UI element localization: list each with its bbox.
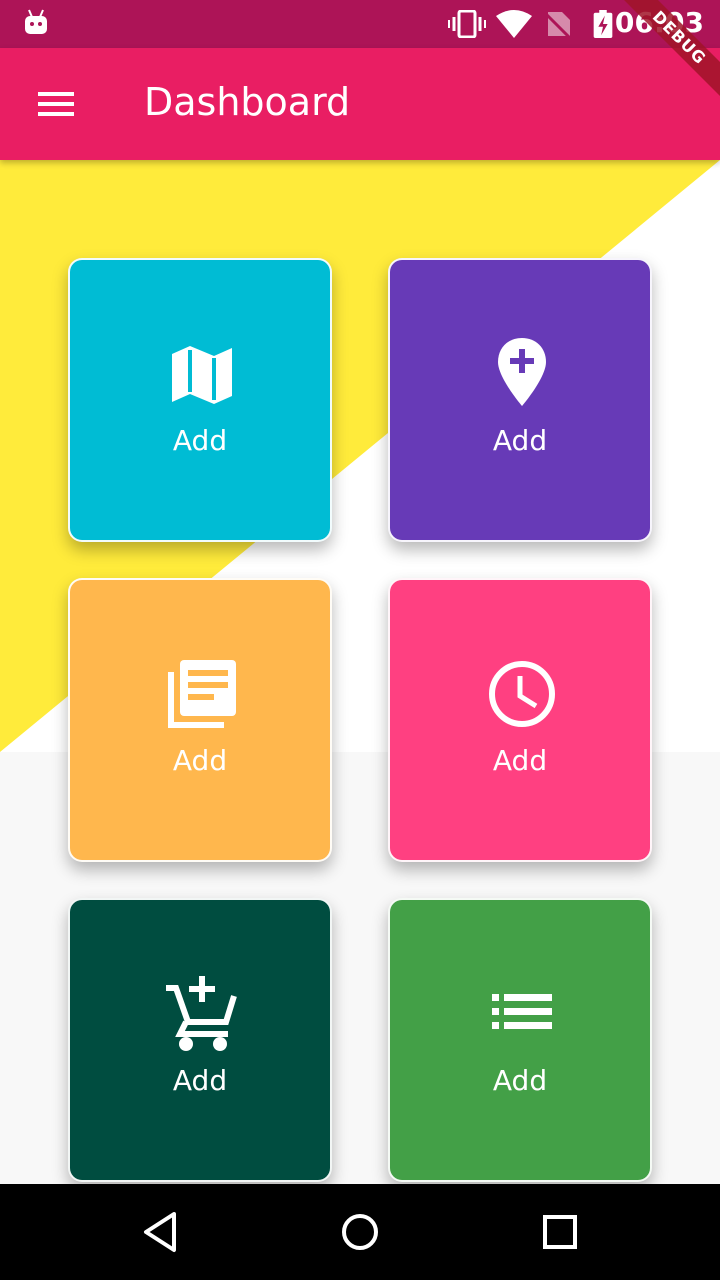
tile-list[interactable]: Add (388, 898, 652, 1182)
tile-add-shopping-cart[interactable]: Add (68, 898, 332, 1182)
tile-label: Add (172, 424, 228, 457)
tile-map[interactable]: Add (68, 258, 332, 542)
map-icon (172, 346, 232, 404)
tile-library-books[interactable]: Add (68, 578, 332, 862)
battery-charging-icon (593, 10, 613, 38)
app-bar: Dashboard (0, 48, 720, 160)
status-time: 06:03 (614, 6, 704, 39)
tile-label: Add (492, 424, 548, 457)
list-icon (492, 994, 552, 1029)
android-debug-icon (25, 9, 47, 34)
back-icon[interactable] (136, 1208, 184, 1256)
system-nav-bar (0, 1184, 720, 1280)
tile-clock[interactable]: Add (388, 578, 652, 862)
clock-icon (489, 661, 555, 727)
wifi-icon (496, 10, 532, 38)
home-icon[interactable] (336, 1208, 384, 1256)
add-location-icon (498, 338, 546, 406)
recents-icon[interactable] (536, 1208, 584, 1256)
no-sim-icon (544, 12, 572, 38)
status-bar: 06:03 (0, 0, 720, 48)
tile-label: Add (492, 1064, 548, 1097)
tile-add-location[interactable]: Add (388, 258, 652, 542)
page-title: Dashboard (144, 80, 351, 124)
library-books-icon (168, 660, 236, 728)
tile-label: Add (172, 744, 228, 777)
vibrate-icon (448, 10, 486, 38)
tile-label: Add (172, 1064, 228, 1097)
tile-label: Add (492, 744, 548, 777)
dashboard-grid: Add Add Add Add Add Add (68, 258, 652, 1182)
add-shopping-cart-icon (166, 976, 237, 1051)
hamburger-menu-icon[interactable] (24, 80, 88, 128)
